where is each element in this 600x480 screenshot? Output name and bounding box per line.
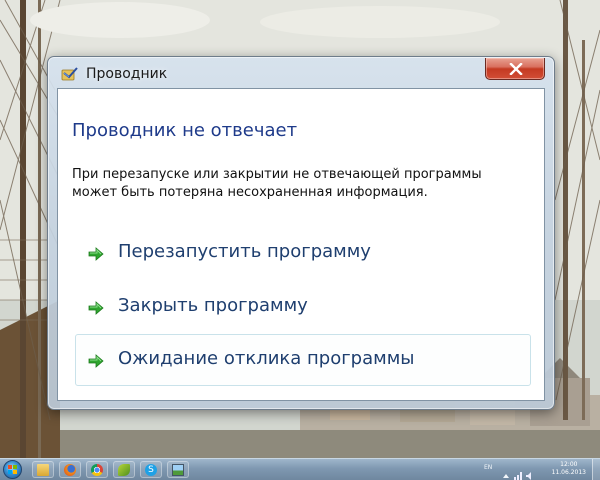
volume-icon[interactable]	[526, 465, 534, 480]
close-program-label: Закрыть программу	[118, 295, 308, 316]
picture-viewer-icon[interactable]	[167, 461, 189, 478]
content-line-2: может быть потеряна несохраненная информ…	[72, 185, 428, 200]
clock-time: 12:00	[560, 461, 578, 468]
firefox-icon[interactable]	[59, 461, 81, 478]
wait-for-response-label: Ожидание отклика программы	[118, 348, 415, 369]
network-icon[interactable]	[514, 465, 522, 480]
clock-date: 11.06.2013	[551, 469, 586, 476]
title-bar[interactable]: Проводник	[48, 57, 554, 87]
skype-icon[interactable]: S	[140, 461, 162, 478]
language-indicator[interactable]: EN	[484, 464, 492, 471]
wait-for-response-link[interactable]: Ожидание отклика программы	[75, 334, 531, 386]
content-line-1: При перезапуске или закрытии не отвечающ…	[72, 167, 482, 182]
windows-start-icon[interactable]	[3, 460, 22, 479]
tray-arrow-icon[interactable]	[502, 465, 510, 478]
dialog-content: Проводник не отвечает При перезапуске ил…	[57, 88, 545, 401]
content-text: При перезапуске или закрытии не отвечающ…	[72, 166, 532, 202]
utility-icon[interactable]	[113, 461, 135, 478]
green-arrow-icon	[88, 246, 104, 262]
restart-program-label: Перезапустить программу	[118, 241, 371, 262]
not-responding-dialog: Проводник Проводник не отвечает При пере…	[47, 56, 555, 410]
main-instruction: Проводник не отвечает	[72, 120, 298, 141]
taskbar: S EN 12:00 11.06.2013	[0, 458, 600, 480]
show-desktop-button[interactable]	[592, 459, 600, 480]
green-arrow-icon	[88, 353, 104, 369]
system-tray: EN 12:00 11.06.2013	[480, 459, 600, 480]
close-button[interactable]	[485, 58, 545, 80]
window-title: Проводник	[86, 66, 168, 82]
clock[interactable]: 12:00 11.06.2013	[552, 461, 586, 477]
explorer-icon	[60, 66, 80, 82]
explorer-folder-icon[interactable]	[32, 461, 54, 478]
chrome-icon[interactable]	[86, 461, 108, 478]
restart-program-link[interactable]: Перезапустить программу	[75, 227, 531, 279]
close-program-link[interactable]: Закрыть программу	[75, 281, 531, 333]
green-arrow-icon	[88, 300, 104, 316]
close-icon	[509, 63, 523, 75]
